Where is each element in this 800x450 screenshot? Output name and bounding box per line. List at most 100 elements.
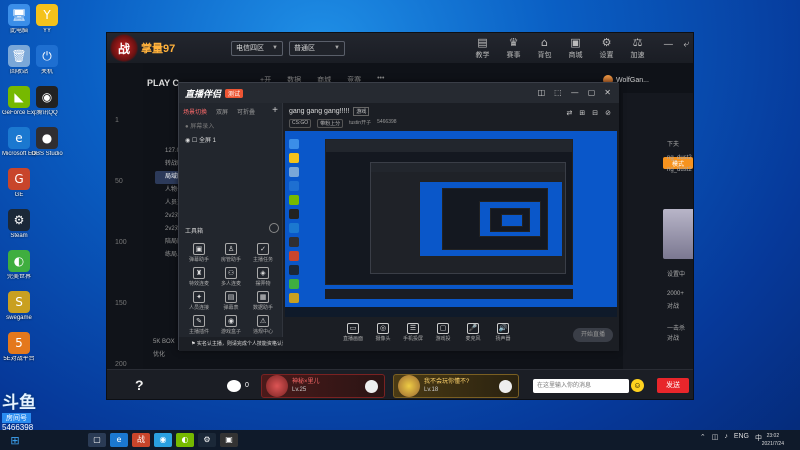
taskbar-app-icon[interactable]: ◉ <box>154 433 172 447</box>
scene-item[interactable]: ◉ ☐ 全屏 1 <box>185 135 216 144</box>
start-live-button[interactable]: 开始直播 <box>573 328 613 342</box>
help-button[interactable]: ? <box>135 377 153 395</box>
taskbar-app-icon[interactable]: e <box>110 433 128 447</box>
tool-item[interactable]: ✓ 主播任务 <box>247 243 279 263</box>
desktop-icon-label: 腾讯QQ <box>36 110 58 116</box>
gear-icon[interactable] <box>269 223 279 233</box>
verify-notice[interactable]: ⚑ 实名认主播，则请完成个人技能资格认证 <box>179 337 287 351</box>
desktop-icon[interactable]: ● OBS Studio <box>30 127 64 158</box>
stream-control[interactable]: ▢ 游戏投 <box>429 321 457 349</box>
stream-control[interactable]: 🔊 扬声器 <box>489 321 517 349</box>
tray-icon[interactable]: ♪ <box>724 433 728 443</box>
back-icon[interactable]: ⤶ <box>683 39 689 50</box>
minimize-icon[interactable]: — <box>663 39 673 50</box>
desktop-icon[interactable]: ⏻ 关机 <box>30 45 64 76</box>
streamer-title-bar: 直播伴侣 测试 ◫ ⬚ — ▢ ✕ <box>179 83 619 103</box>
emoji-icon[interactable]: ☺ <box>631 379 644 392</box>
tool-item[interactable]: ◉ 游戏盒子 <box>215 315 247 335</box>
add-scene-button[interactable]: + <box>272 105 278 116</box>
tool-label: 多人连麦 <box>220 281 241 287</box>
preview-app-window <box>325 139 573 285</box>
tool-item[interactable]: ♙ 房管助手 <box>215 243 247 263</box>
scene-subtitle: ● 屏幕录入 <box>185 124 215 130</box>
mode-select[interactable]: 普通区 ▼ <box>289 40 345 56</box>
stream-control[interactable]: ☰ 手机投屏 <box>399 321 427 349</box>
user-card[interactable]: 神秘×里儿 Lv.25 <box>261 374 385 398</box>
region-select[interactable]: 电信四区 ▼ <box>231 40 283 56</box>
tool-item[interactable]: ⚇ 多人连麦 <box>215 267 247 287</box>
window-control-icon[interactable]: ◫ <box>538 88 546 97</box>
tool-label: 弹幕助手 <box>188 257 209 263</box>
stream-control[interactable]: 🎤 麦克风 <box>459 321 487 349</box>
tool-item[interactable]: ▣ 弹幕助手 <box>183 243 215 263</box>
stream-preview <box>285 131 617 317</box>
control-label: 手机投屏 <box>402 336 423 342</box>
nav-item[interactable]: ▤ 教学 <box>467 36 498 60</box>
nav-item[interactable]: ▣ 商城 <box>560 36 591 60</box>
tool-item[interactable]: ✎ 主播插件 <box>183 315 215 335</box>
windows-start-icon[interactable]: ⊞ <box>0 434 30 447</box>
window-control-icon[interactable]: ⬚ <box>554 88 562 97</box>
room-title: gang gang gang!!!!! 游戏 <box>289 107 370 116</box>
nav-item[interactable]: ⚙ 设置 <box>591 36 622 60</box>
desktop-icon[interactable]: Sswegame <box>2 291 36 322</box>
desktop-icon[interactable]: Y YY <box>30 4 64 35</box>
system-tray: ⌃ ◫ ♪ ENG 中 <box>700 433 762 443</box>
scene-tab[interactable]: 双屏 <box>216 107 228 116</box>
window-control-icon[interactable]: ✕ <box>604 88 611 97</box>
scene-tab[interactable]: 可折叠 <box>237 107 255 116</box>
desktop-icon[interactable]: ⚙ Steam <box>2 209 36 240</box>
stream-control[interactable]: ▭ 直播画面 <box>339 321 367 349</box>
nav-item[interactable]: ♛ 赛事 <box>498 36 529 60</box>
side-text: 一击杀 <box>667 326 686 332</box>
platform-logo: 战 <box>109 34 139 62</box>
stream-tool-icon[interactable]: ⇄ <box>567 109 573 117</box>
room-meta-item: 带粉上分 <box>317 119 344 128</box>
window-control-icon[interactable]: ▢ <box>588 88 596 97</box>
chat-input[interactable]: 在这里输入你的消息 <box>533 379 629 393</box>
desktop-icon[interactable]: 5 5E对战平台 <box>2 332 36 363</box>
stream-control[interactable]: ◎ 摄像头 <box>369 321 397 349</box>
preview-taskbar <box>285 307 617 317</box>
desktop-icon[interactable]: G GE <box>2 168 36 199</box>
send-button[interactable]: 发送 <box>657 378 689 393</box>
taskbar-app-icon[interactable]: ⚙ <box>198 433 216 447</box>
taskbar-app-icon[interactable]: ▢ <box>88 433 106 447</box>
window-control-icon[interactable]: — <box>571 88 579 97</box>
scene-tabs: 场景切换 双屏 可折叠 <box>183 107 255 116</box>
app-icon: 5 <box>8 332 30 354</box>
tool-item[interactable]: ▦ 数据助手 <box>247 291 279 311</box>
side-text: ng_dust2 <box>667 167 692 173</box>
preview-icon <box>289 293 299 303</box>
taskbar-app-icon[interactable]: ◐ <box>176 433 194 447</box>
tray-icon[interactable]: ⌃ <box>700 433 706 443</box>
scene-tab[interactable]: 场景切换 <box>183 107 207 116</box>
tool-item[interactable]: ♜ 特效连麦 <box>183 267 215 287</box>
platform-top-bar: 战 掌量97 电信四区 ▼ 普通区 ▼ ▤ 教学 ♛ 赛事 ⌂ 背包 ▣ 商城 ⚙ 设置 ⚖ 加速 — ⤶ <box>107 33 693 63</box>
nav-label: 教学 <box>475 52 490 59</box>
tool-icon: ✓ <box>257 243 269 255</box>
tool-item[interactable]: ⚠ 违规中心 <box>247 315 279 335</box>
tray-icon[interactable]: ENG <box>734 433 749 443</box>
tool-item[interactable]: ▤ 弹幕表 <box>215 291 247 311</box>
stream-tool-icon[interactable]: ⊘ <box>605 109 611 117</box>
side-text: 对战 <box>667 336 680 342</box>
user-card-name: 神秘×里儿 <box>292 379 320 385</box>
tool-item[interactable]: ✦ 人员连接 <box>183 291 215 311</box>
nav-item[interactable]: ⚖ 加速 <box>622 36 653 60</box>
tool-item[interactable]: ◈ 摆弄物 <box>247 267 279 287</box>
desktop-icon[interactable]: ◐ 完美世界 <box>2 250 36 281</box>
stream-tool-icon[interactable]: ⊞ <box>579 109 585 117</box>
toolbox-title: 工具箱 <box>185 229 204 235</box>
scene-panel: 场景切换 双屏 可折叠 + ● 屏幕录入 ◉ ☐ 全屏 1 工具箱 ▣ 弹幕助手 ♙ 房管… <box>179 103 287 351</box>
taskbar-app-icon[interactable]: ▣ <box>220 433 238 447</box>
desktop-icon[interactable]: ◉ 腾讯QQ <box>30 86 64 117</box>
tray-icon[interactable]: ◫ <box>712 433 719 443</box>
chevron-down-icon: ▼ <box>334 45 340 51</box>
clock[interactable]: 23:02 2021/7/24 <box>762 432 784 448</box>
nav-item[interactable]: ⌂ 背包 <box>529 36 560 60</box>
user-card[interactable]: 我不会玩你懂不? Lv.18 <box>393 374 519 398</box>
stream-tool-icon[interactable]: ⊟ <box>592 109 598 117</box>
taskbar-app-icon[interactable]: 战 <box>132 433 150 447</box>
tool-icon: ♙ <box>225 243 237 255</box>
